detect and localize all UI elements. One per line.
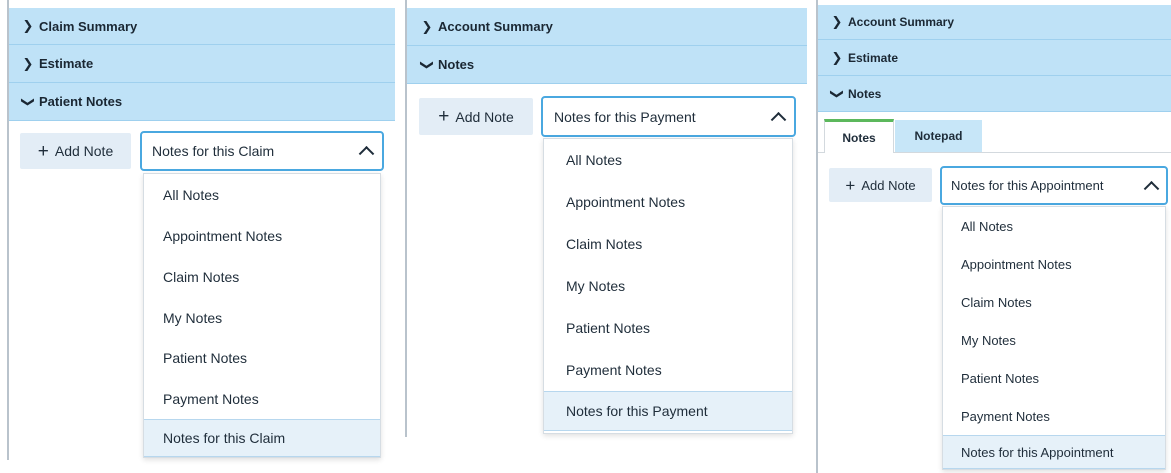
menu-option[interactable]: All Notes (144, 174, 380, 215)
menu-option-label: Notes for this Appointment (961, 444, 1114, 460)
menu-option-selected[interactable]: Notes for this Claim (144, 419, 380, 457)
accordion-label: Notes (848, 86, 882, 101)
menu-option-label: My Notes (961, 332, 1016, 348)
accordion-account-summary[interactable]: ❯ Account Summary (407, 8, 807, 46)
chevron-right-icon: ❯ (22, 18, 34, 33)
plus-icon: + (37, 140, 49, 162)
menu-option-label: My Notes (566, 278, 626, 294)
menu-option-label: All Notes (961, 218, 1014, 234)
add-note-button[interactable]: + Add Note (829, 168, 932, 202)
notes-filter-select[interactable]: Notes for this Appointment (940, 166, 1168, 205)
plus-icon: + (438, 106, 450, 127)
menu-option-label: Appointment Notes (961, 256, 1072, 272)
menu-option-label: Patient Notes (566, 320, 651, 336)
accordion-label: Estimate (39, 56, 94, 71)
notes-filter-menu: All Notes Appointment Notes Claim Notes … (143, 173, 381, 458)
accordion-notes[interactable]: ❯ Notes (407, 46, 807, 84)
menu-option-label: Payment Notes (961, 408, 1050, 424)
menu-option-selected[interactable]: Notes for this Payment (544, 391, 792, 431)
add-note-button[interactable]: + Add Note (419, 98, 533, 135)
menu-option-label: Notes for this Claim (163, 430, 286, 446)
notes-filter-select[interactable]: Notes for this Payment (541, 96, 796, 137)
add-note-button[interactable]: + Add Note (20, 133, 131, 169)
menu-option[interactable]: My Notes (144, 297, 380, 338)
chevron-down-icon: ❯ (21, 96, 36, 107)
menu-option-label: All Notes (566, 152, 623, 168)
accordion-label: Claim Summary (39, 18, 138, 34)
chevron-up-icon (770, 111, 787, 128)
chevron-right-icon: ❯ (831, 14, 843, 29)
chevron-right-icon: ❯ (421, 18, 433, 34)
accordion-label: Patient Notes (39, 94, 123, 109)
menu-option-selected[interactable]: Notes for this Appointment (943, 435, 1165, 469)
payment-notes-panel: ❯ Account Summary ❯ Notes + Add Note Not… (402, 0, 807, 473)
menu-option-label: Notes for this Payment (566, 403, 708, 419)
menu-option[interactable]: Appointment Notes (544, 181, 792, 223)
notes-filter-select[interactable]: Notes for this Claim (140, 131, 384, 171)
chevron-right-icon: ❯ (22, 55, 34, 71)
add-note-label: Add Note (455, 108, 514, 125)
menu-option-label: Payment Notes (566, 362, 662, 378)
chevron-up-icon (358, 145, 375, 162)
menu-option-label: Patient Notes (961, 370, 1040, 386)
menu-option[interactable]: Claim Notes (943, 283, 1165, 321)
accordion-estimate[interactable]: ❯ Estimate (818, 40, 1171, 76)
plus-icon: + (845, 175, 856, 195)
menu-option[interactable]: All Notes (943, 207, 1165, 245)
menu-option-label: Claim Notes (961, 294, 1032, 310)
accordion-label: Notes (438, 57, 475, 72)
accordion-claim-summary[interactable]: ❯ Claim Summary (9, 8, 395, 45)
menu-option[interactable]: Patient Notes (144, 338, 380, 378)
menu-option[interactable]: Appointment Notes (943, 245, 1165, 283)
accordion-label: Account Summary (848, 15, 955, 29)
menu-option[interactable]: Payment Notes (943, 397, 1165, 435)
claim-notes-panel: ❯ Claim Summary ❯ Estimate ❯ Patient Not… (0, 0, 395, 473)
select-value: Notes for this Payment (554, 108, 696, 125)
menu-option-label: Appointment Notes (163, 227, 283, 244)
accordion-notes[interactable]: ❯ Notes (818, 76, 1171, 112)
menu-option-label: All Notes (163, 186, 220, 203)
add-note-label: Add Note (861, 177, 916, 193)
tab-label: Notepad (914, 129, 963, 143)
tab-label: Notes (842, 130, 876, 145)
notes-filter-menu: All Notes Appointment Notes Claim Notes … (942, 206, 1166, 470)
menu-option-label: Appointment Notes (566, 194, 686, 210)
accordion-label: Estimate (848, 50, 899, 65)
menu-option[interactable]: Patient Notes (943, 359, 1165, 397)
menu-option[interactable]: Claim Notes (544, 223, 792, 265)
menu-option-label: My Notes (163, 309, 223, 326)
menu-option-label: Payment Notes (163, 390, 259, 407)
menu-option[interactable]: Claim Notes (144, 256, 380, 297)
tab-notepad[interactable]: Notepad (895, 120, 982, 152)
menu-option-label: Patient Notes (163, 350, 248, 366)
menu-option[interactable]: All Notes (544, 139, 792, 181)
menu-option[interactable]: Payment Notes (544, 349, 792, 391)
chevron-up-icon (1143, 180, 1160, 197)
accordion-label: Account Summary (438, 19, 553, 34)
select-value: Notes for this Claim (152, 143, 275, 159)
menu-option[interactable]: My Notes (544, 265, 792, 307)
tab-notes[interactable]: Notes (824, 119, 894, 153)
select-value: Notes for this Appointment (951, 178, 1104, 193)
notes-filter-menu: All Notes Appointment Notes Claim Notes … (543, 138, 793, 434)
menu-option[interactable]: Patient Notes (544, 307, 792, 349)
chevron-down-icon: ❯ (420, 59, 435, 70)
add-note-label: Add Note (54, 143, 114, 159)
menu-option-label: Claim Notes (163, 268, 240, 285)
accordion-account-summary[interactable]: ❯ Account Summary (818, 5, 1171, 40)
menu-option-label: Claim Notes (566, 236, 643, 252)
accordion-patient-notes[interactable]: ❯ Patient Notes (9, 83, 395, 121)
menu-option[interactable]: Appointment Notes (144, 215, 380, 256)
appointment-notes-panel: ❯ Account Summary ❯ Estimate ❯ Notes Not… (813, 0, 1171, 473)
accordion-estimate[interactable]: ❯ Estimate (9, 45, 395, 83)
chevron-down-icon: ❯ (830, 88, 845, 99)
menu-option[interactable]: Payment Notes (144, 378, 380, 419)
chevron-right-icon: ❯ (831, 49, 843, 65)
menu-option[interactable]: My Notes (943, 321, 1165, 359)
